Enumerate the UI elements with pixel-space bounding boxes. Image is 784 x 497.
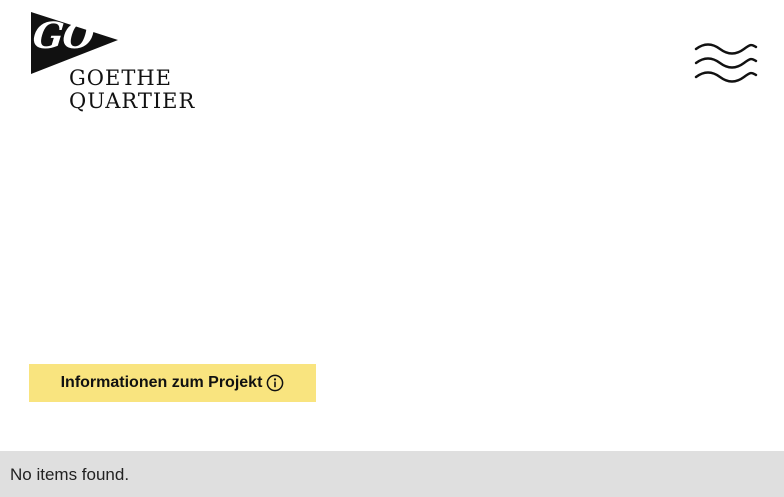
site-logo[interactable]: GO GOETHE QUARTIER — [28, 10, 195, 120]
logo-line-1: GOETHE — [69, 66, 172, 90]
info-circle-icon — [267, 374, 284, 392]
logo-wordmark: GOETHE QUARTIER — [69, 66, 195, 113]
empty-state-message: No items found. — [10, 465, 130, 484]
logo-mark-text: GO — [30, 15, 96, 57]
menu-button[interactable] — [694, 42, 758, 84]
footer-bar: No items found. — [0, 451, 784, 497]
project-info-label: Informationen zum Projekt — [60, 374, 263, 391]
logo-line-2: QUARTIER — [69, 89, 196, 113]
page: GO GOETHE QUARTIER Informationen zum Pro… — [0, 0, 784, 497]
waves-menu-icon — [694, 43, 758, 83]
project-info-button[interactable]: Informationen zum Projekt — [29, 364, 316, 402]
